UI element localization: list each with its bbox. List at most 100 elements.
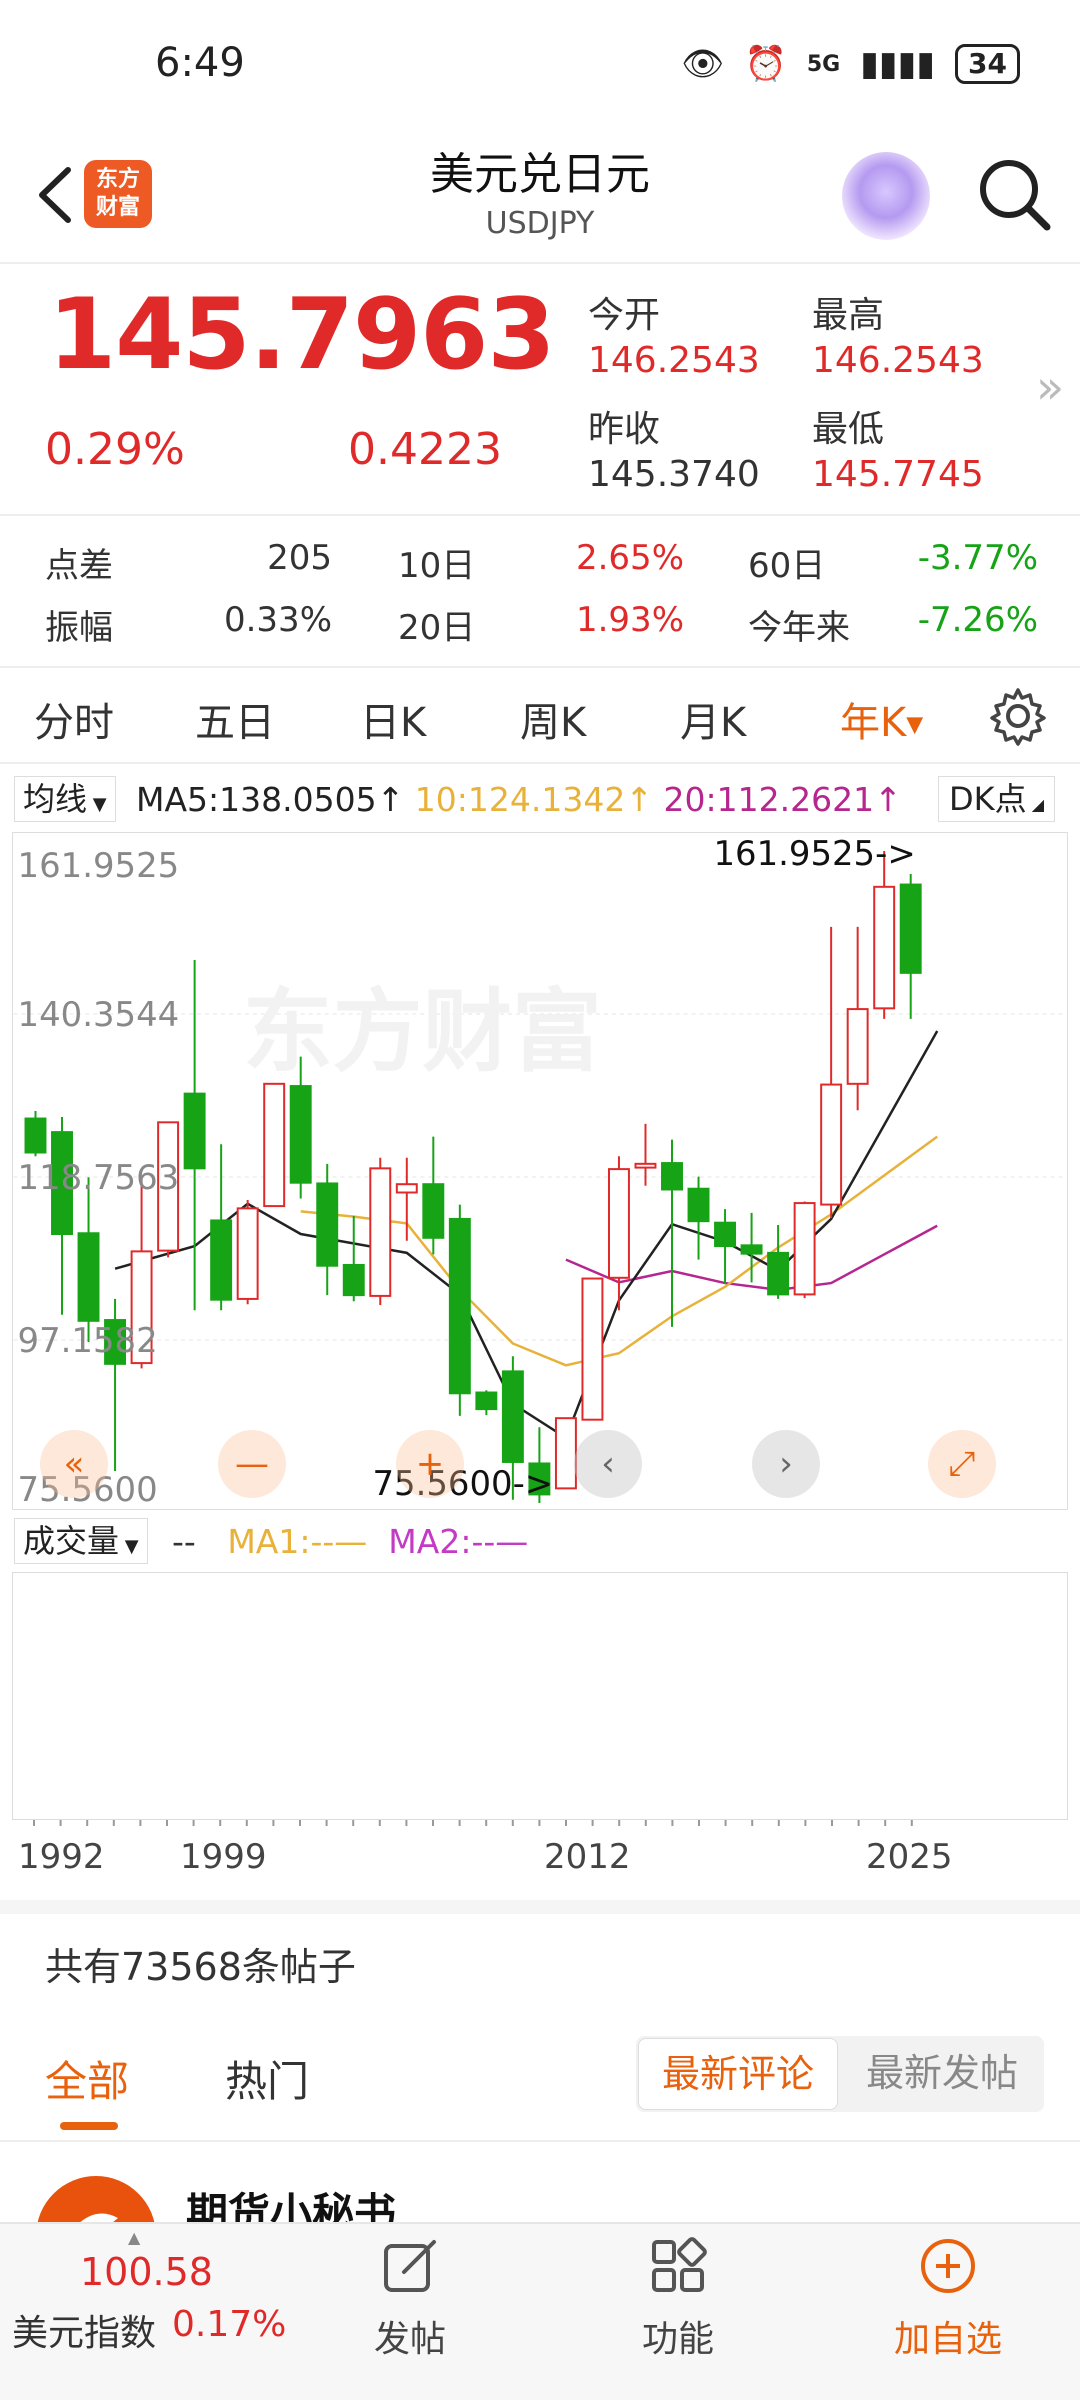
tab-weekly-k[interactable]: 周K [520,690,586,748]
status-icons: 👁 ⏰ 5G ▮▮▮▮ 34 [681,44,1020,84]
candle-body [873,885,896,1010]
volume-selector-label: 成交量 [23,1522,120,1560]
candle [767,1224,790,1299]
usd-index-value[interactable]: 100.58 [80,2250,213,2294]
add-watchlist-button[interactable]: 加自选 [868,2310,1028,2362]
candle-body [183,1092,206,1170]
candle-body [475,1391,498,1411]
network-label: 5G [806,51,841,77]
post-icon[interactable] [380,2236,440,2296]
ma20-value: 20:112.2621↑ [663,780,902,819]
candle [183,960,206,1311]
usd-index-label[interactable]: 美元指数 [12,2304,156,2356]
sort-latest-comment[interactable]: 最新评论 [638,2038,838,2110]
candle-body [342,1263,365,1297]
candle [316,1163,339,1296]
sort-latest-post[interactable]: 最新发帖 [840,2038,1044,2110]
ma-values: MA5:138.0505↑ 10:124.1342↑ 20:112.2621↑ [136,780,902,819]
candle-body [687,1187,710,1223]
dk-point-label: DK点 [949,780,1027,818]
function-button[interactable]: 功能 [598,2310,758,2362]
d60-value: -3.77% [917,538,1038,578]
tab-yearly-k-label: 年K [840,700,907,746]
d60-label: 60日 [748,546,826,586]
eye-icon: 👁 [681,44,725,84]
gear-icon[interactable] [988,686,1048,746]
candle-body [634,1162,657,1169]
posts-divider [0,2140,1080,2142]
candle [793,1201,816,1299]
candle-body [846,1008,869,1085]
ytd-value: -7.26% [917,600,1038,640]
prev-close-label: 昨收 [588,409,661,450]
quote-divider [0,514,1080,516]
candle [210,1144,233,1311]
candle [77,1177,100,1342]
candle [820,926,843,1219]
candle [422,1136,445,1255]
more-quote-chevron-icon[interactable]: » [1036,360,1064,414]
volume-selector[interactable]: 成交量 ▼ [14,1518,148,1564]
high-label: 最高 [812,295,885,336]
post-count: 共有73568条帖子 [45,1945,356,1989]
zoom-in-icon[interactable]: + [396,1430,464,1498]
prev-icon[interactable]: ‹ [574,1430,642,1498]
candle [687,1176,710,1260]
volume-dashes: -- [172,1522,196,1561]
tab-yearly-k[interactable]: 年K▼ [840,690,923,748]
d20-value: 1.93% [575,600,684,640]
x-label-2025: 2025 [866,1837,953,1877]
candle-body [422,1183,445,1239]
candle-body [448,1217,471,1395]
next-icon[interactable]: › [752,1430,820,1498]
search-icon[interactable] [975,155,1055,235]
dk-point-button[interactable]: DK点 ◢ [938,776,1056,822]
low-label: 最低 [812,409,885,450]
ma-selector[interactable]: 均线 ▼ [14,776,116,822]
tab-intraday[interactable]: 分时 [34,690,114,748]
tab-all-posts[interactable]: 全部 [45,2048,129,2109]
kline-chart[interactable]: 东方财富 161.9525140.3544118.756397.158275.5… [12,832,1068,1510]
candle-body [607,1168,630,1279]
high-value: 146.2543 [812,340,984,381]
tab-hot-posts[interactable]: 热门 [225,2048,309,2109]
change-value: 0.4223 [348,424,502,475]
fullscreen-icon[interactable]: ⤢ [928,1430,996,1498]
add-watchlist-icon[interactable] [918,2236,978,2296]
dropdown-caret-icon: ▼ [87,794,107,815]
collapse-caret-icon[interactable]: ▲ [128,2228,140,2247]
candle [342,1215,365,1302]
candle-body [316,1182,339,1267]
x-label-1992: 1992 [18,1837,105,1877]
tab-five-day[interactable]: 五日 [195,690,275,748]
candle [236,1200,259,1305]
volume-ma1: MA1:--— [227,1522,368,1561]
spread-label: 点差 [45,546,113,586]
function-grid-icon[interactable] [648,2236,708,2296]
assistant-avatar[interactable] [842,152,930,240]
y-tick-label: 118.7563 [18,1158,180,1197]
corner-caret-icon: ◢ [1026,795,1045,814]
d10-label: 10日 [398,546,476,586]
candle [369,1157,392,1305]
tab-daily-k[interactable]: 日K [360,690,426,748]
candle [448,1204,471,1416]
header-divider [0,262,1080,264]
candle-body [24,1117,47,1154]
x-axis: 1992 1999 2012 2025 [18,1820,953,1877]
amplitude-label: 振幅 [45,608,113,648]
candle-body [899,883,922,974]
dropdown-caret-icon: ▼ [119,1536,139,1557]
watermark: 东方财富 [243,980,602,1084]
post-button[interactable]: 发帖 [330,2310,490,2362]
rewind-icon[interactable]: « [40,1430,108,1498]
tabs-divider [0,762,1080,764]
y-tick-label: 161.9525 [18,846,180,885]
zoom-out-icon[interactable]: — [218,1430,286,1498]
tab-monthly-k[interactable]: 月K [680,690,746,748]
candle-body [714,1221,737,1248]
candle [899,873,922,1019]
y-axis-labels: 161.9525140.3544118.756397.158275.5600 [18,846,180,1509]
y-tick-label: 97.1582 [18,1321,158,1360]
amplitude-value: 0.33% [223,600,332,640]
